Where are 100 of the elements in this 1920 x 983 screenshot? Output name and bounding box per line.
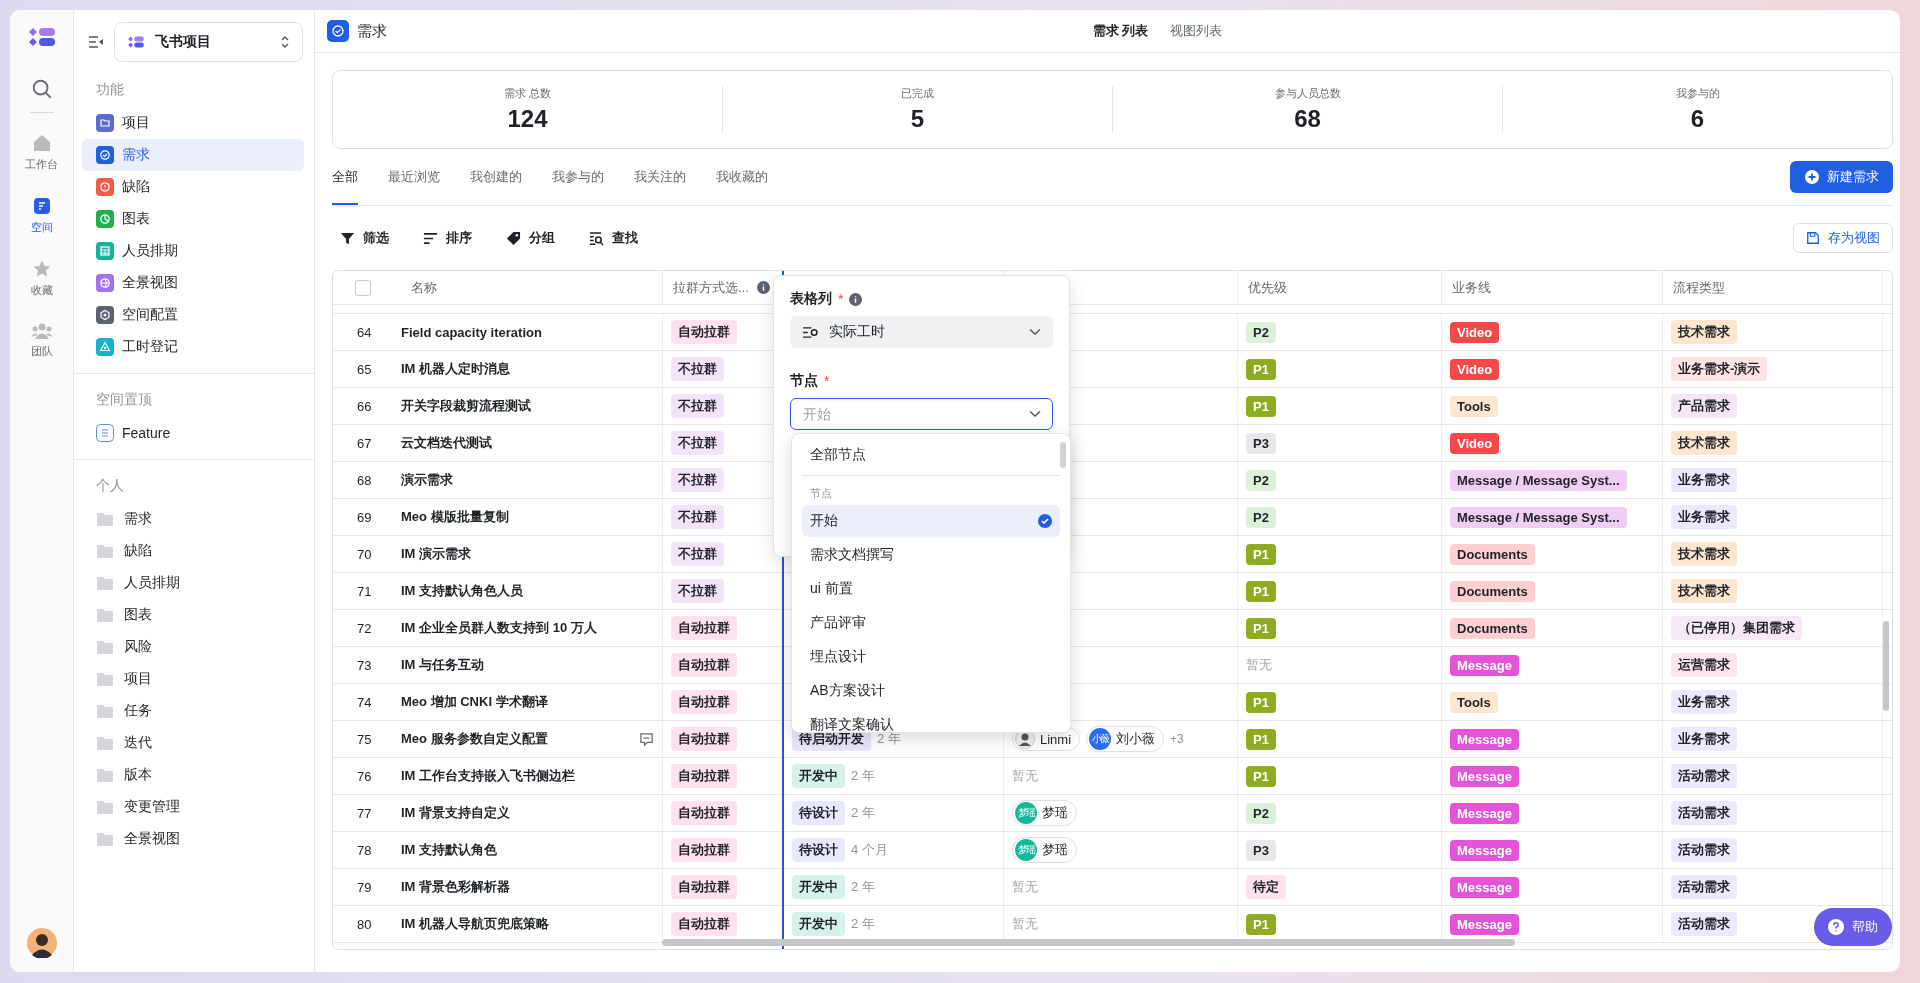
view-tab[interactable]: 我创建的 <box>470 149 522 205</box>
row-title[interactable]: 开关字段裁剪流程测试 <box>401 397 531 415</box>
sidebar-item[interactable]: 项目 <box>82 107 304 139</box>
dropdown-option[interactable]: 开始 <box>802 505 1060 537</box>
sidebar-item[interactable]: 全景视图 <box>82 267 304 299</box>
search-icon[interactable] <box>30 78 53 100</box>
row-title[interactable]: Meo 增加 CNKI 学术翻译 <box>401 693 548 711</box>
project-select[interactable]: 飞书项目 <box>114 22 303 62</box>
dropdown-option[interactable]: 埋点设计 <box>802 641 1060 673</box>
column-header[interactable]: 业务线 <box>1452 278 1491 297</box>
sidebar-item[interactable]: 人员排期 <box>82 567 304 599</box>
node-select[interactable]: 开始 <box>790 398 1053 430</box>
dropdown-option[interactable]: ui 前置 <box>802 573 1060 605</box>
horizontal-scrollbar[interactable] <box>662 939 1515 946</box>
column-header[interactable]: 拉群方式选... <box>673 278 749 297</box>
dropdown-option[interactable]: 全部节点 <box>802 438 1060 472</box>
toolbar-button[interactable]: 查找 <box>589 229 638 247</box>
business-tag: Message / Message Syst... <box>1450 469 1627 491</box>
row-title[interactable]: 云文档迭代测试 <box>401 434 492 452</box>
user-avatar[interactable] <box>26 928 57 958</box>
row-title[interactable]: IM 背景色彩解析器 <box>401 878 511 896</box>
dropdown-option[interactable]: 产品评审 <box>802 607 1060 639</box>
save-view-button[interactable]: 存为视图 <box>1793 223 1893 253</box>
row-title[interactable]: IM 演示需求 <box>401 545 472 563</box>
toolbar-button[interactable]: 分组 <box>506 229 555 247</box>
dropdown-option[interactable]: AB方案设计 <box>802 675 1060 707</box>
row-title[interactable]: IM 机器人导航页兜底策略 <box>401 915 550 933</box>
row-title[interactable]: IM 与任务互动 <box>401 656 485 674</box>
column-header[interactable]: 优先级 <box>1248 278 1287 297</box>
business-tag: Documents <box>1450 580 1535 602</box>
vertical-scrollbar[interactable] <box>1883 621 1889 711</box>
sidebar-item[interactable]: 项目 <box>82 663 304 695</box>
page-title: 需求 <box>357 21 387 41</box>
rail-item[interactable]: 团队 <box>30 322 53 359</box>
required-mark: * <box>838 291 844 307</box>
rail-item[interactable]: 收藏 <box>30 259 53 298</box>
sidebar-item[interactable]: 工时登记 <box>82 331 304 363</box>
row-title[interactable]: IM 企业全员群人数支持到 10 万人 <box>401 619 597 637</box>
row-title[interactable]: Meo 服务参数自定义配置 <box>401 730 548 748</box>
rail-item[interactable]: 空间 <box>30 196 53 235</box>
row-title[interactable]: IM 机器人定时消息 <box>401 360 511 378</box>
logo-icon <box>127 35 145 49</box>
column-select[interactable]: 实际工时 <box>790 316 1053 348</box>
status-tag: 待设计 <box>792 838 845 862</box>
sidebar-item[interactable]: 全景视图 <box>82 823 304 855</box>
row-title[interactable]: Field capacity iteration <box>401 324 542 340</box>
view-tab[interactable]: 最近浏览 <box>388 149 440 205</box>
avatar: 小薇 <box>1089 728 1112 750</box>
new-button[interactable]: 新建需求 <box>1790 161 1893 193</box>
select-all-checkbox[interactable] <box>355 279 371 296</box>
business-tag: Documents <box>1450 617 1535 639</box>
empty-text: 暂无 <box>1012 767 1038 785</box>
sort-icon <box>423 230 438 246</box>
priority-tag: P1 <box>1246 691 1276 713</box>
column-header[interactable]: 流程类型 <box>1673 278 1725 297</box>
row-title[interactable]: Meo 模版批量复制 <box>401 508 509 526</box>
view-tab[interactable]: 我参与的 <box>552 149 604 205</box>
folder-icon <box>96 639 114 655</box>
folder-icon <box>96 735 114 751</box>
sidebar-item[interactable]: 需求 <box>82 139 304 171</box>
row-title[interactable]: IM 支持默认角色 <box>401 841 498 859</box>
header-tab[interactable]: 视图列表 <box>1170 22 1223 40</box>
row-title[interactable]: IM 背景支持自定义 <box>401 804 511 822</box>
dropdown-option[interactable]: 需求文档撰写 <box>802 539 1060 571</box>
sidebar-item[interactable]: 图表 <box>82 599 304 631</box>
toolbar-button[interactable]: 筛选 <box>340 229 389 247</box>
sidebar-item[interactable]: 缺陷 <box>82 535 304 567</box>
help-button[interactable]: 帮助 <box>1814 908 1892 946</box>
comment-icon[interactable] <box>639 731 654 747</box>
sidebar-item[interactable]: 图表 <box>82 203 304 235</box>
toolbar-button[interactable]: 排序 <box>423 229 472 247</box>
business-tag: Message <box>1450 913 1519 935</box>
rail-item[interactable]: 工作台 <box>25 133 58 172</box>
sidebar-item[interactable]: 变更管理 <box>82 791 304 823</box>
sidebar-item[interactable]: 迭代 <box>82 727 304 759</box>
section-title: 个人 <box>95 476 125 495</box>
sidebar-item[interactable]: 风险 <box>82 631 304 663</box>
view-tab[interactable]: 我收藏的 <box>716 149 768 205</box>
priority-tag: P1 <box>1246 580 1276 602</box>
row-title[interactable]: IM 支持默认角色人员 <box>401 582 524 600</box>
sidebar-item[interactable]: 版本 <box>82 759 304 791</box>
sidebar-item[interactable]: 缺陷 <box>82 171 304 203</box>
dropdown-scrollbar[interactable] <box>1060 442 1066 468</box>
collapse-icon[interactable] <box>88 35 104 49</box>
empty-text: 暂无 <box>1012 878 1038 896</box>
sidebar-item[interactable]: 需求 <box>82 503 304 535</box>
sidebar-item[interactable]: Feature <box>82 417 304 449</box>
sidebar-item[interactable]: 空间配置 <box>82 299 304 331</box>
view-tab[interactable]: 我关注的 <box>634 149 686 205</box>
sidebar-item[interactable]: 人员排期 <box>82 235 304 267</box>
section-title: 空间置顶 <box>95 390 153 409</box>
header-tab[interactable]: 需求 列表 <box>1092 22 1149 40</box>
view-tab[interactable]: 全部 <box>332 149 358 205</box>
home-icon <box>31 133 52 153</box>
flow-tag: 业务需求 <box>1671 727 1737 751</box>
row-title[interactable]: IM 工作台支持嵌入飞书侧边栏 <box>401 767 576 785</box>
column-header[interactable]: 名称 <box>411 278 437 297</box>
row-title[interactable]: 演示需求 <box>401 471 453 489</box>
sidebar-item[interactable]: 任务 <box>82 695 304 727</box>
avatar: 梦瑶 <box>1015 802 1037 824</box>
